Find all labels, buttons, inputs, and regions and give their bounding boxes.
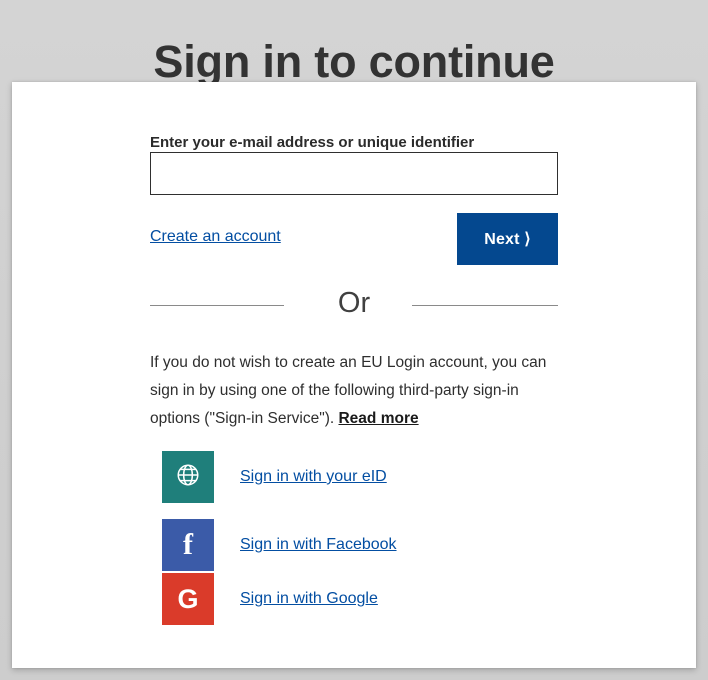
sign-in-with-google-link[interactable]: Sign in with Google (240, 588, 378, 610)
provider-row-eid: Sign in with your eID (150, 451, 558, 503)
divider-line-right (412, 305, 558, 306)
facebook-tile-button[interactable]: f (162, 519, 214, 571)
google-tile-button[interactable]: G (162, 573, 214, 625)
facebook-icon: f (183, 528, 193, 561)
email-field-label: Enter your e-mail address or unique iden… (150, 134, 475, 151)
sign-in-with-eid-link[interactable]: Sign in with your eID (240, 466, 387, 488)
create-account-link[interactable]: Create an account (150, 227, 281, 247)
divider-label: Or (337, 287, 371, 319)
sign-in-form: Enter your e-mail address or unique iden… (150, 134, 558, 625)
sign-in-with-facebook-link[interactable]: Sign in with Facebook (240, 534, 397, 556)
or-divider: Or (150, 283, 558, 329)
eid-tile-button[interactable] (162, 451, 214, 503)
read-more-link[interactable]: Read more (338, 410, 418, 427)
third-party-intro: If you do not wish to create an EU Login… (150, 349, 554, 433)
primary-action-row: Create an account Next ⟩ (150, 213, 558, 271)
provider-row-google: G Sign in with Google (150, 573, 558, 625)
google-icon: G (177, 583, 199, 614)
provider-row-facebook: f Sign in with Facebook (150, 519, 558, 571)
third-party-providers: Sign in with your eID f Sign in with Fac… (150, 451, 558, 625)
next-button[interactable]: Next ⟩ (457, 213, 558, 265)
sign-in-page: Sign in to continue Enter your e-mail ad… (0, 0, 708, 680)
sign-in-card: Enter your e-mail address or unique iden… (12, 82, 696, 668)
globe-icon (175, 462, 201, 492)
email-input[interactable] (150, 152, 558, 195)
